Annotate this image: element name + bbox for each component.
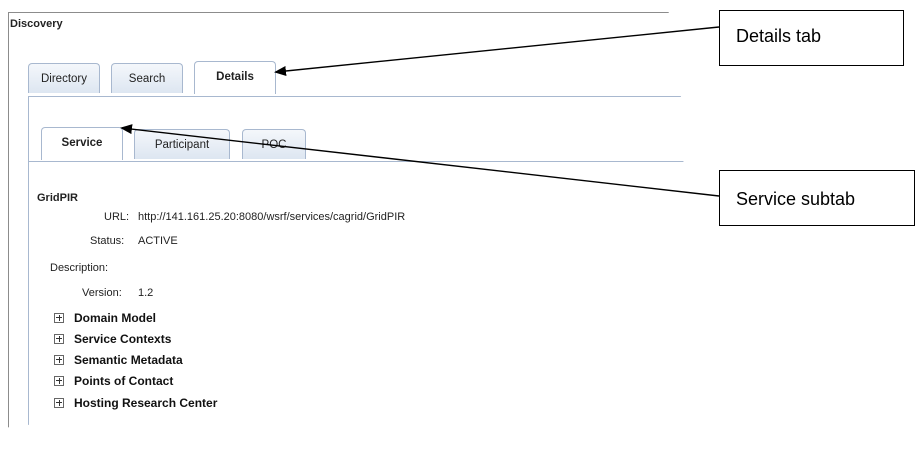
arrow-to-details-tab bbox=[274, 26, 720, 76]
callout-arrows bbox=[120, 26, 720, 197]
arrow-to-service-subtab bbox=[120, 124, 720, 197]
